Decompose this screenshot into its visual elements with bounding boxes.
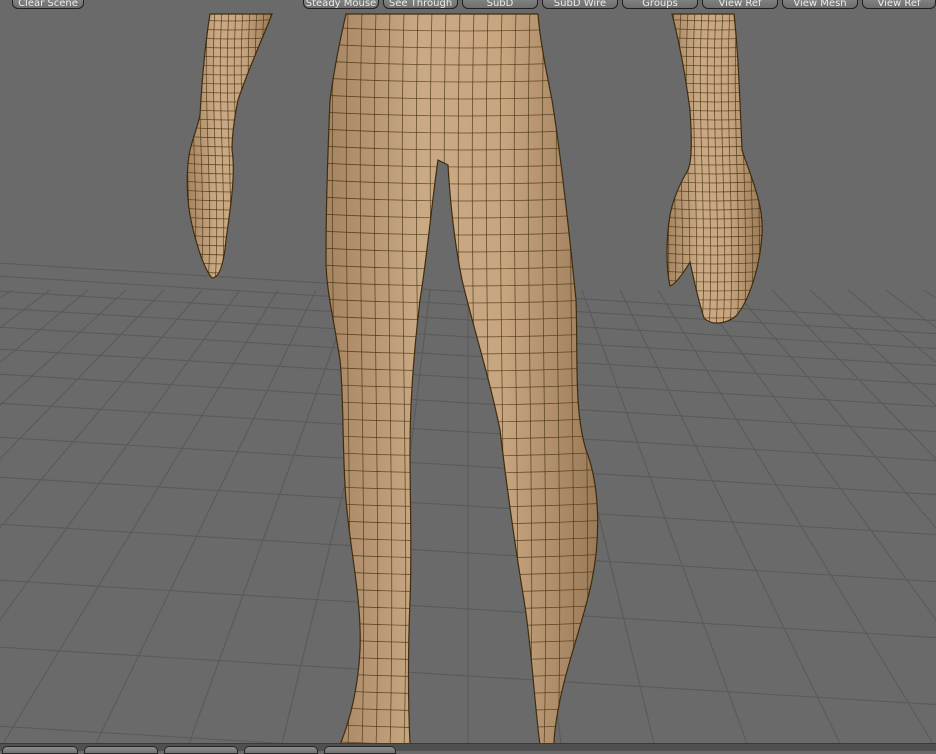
right-arm-mesh[interactable] xyxy=(658,10,770,330)
mesh-edge xyxy=(187,243,272,247)
view-ref-button[interactable]: View Ref xyxy=(702,0,778,9)
grid-line xyxy=(0,289,279,750)
bottom-tab[interactable] xyxy=(324,746,396,754)
bottom-tab[interactable] xyxy=(84,746,158,754)
mesh-edge xyxy=(187,252,272,256)
groups-button[interactable]: Groups xyxy=(622,0,698,9)
grid-line xyxy=(185,289,355,751)
grid-line xyxy=(847,289,936,364)
mesh-edge xyxy=(763,10,766,330)
grid-line xyxy=(619,289,845,751)
bottom-tab-bar xyxy=(0,743,936,754)
mesh-edge xyxy=(660,325,770,327)
subd-button[interactable]: SubD xyxy=(462,0,538,9)
mesh-edge xyxy=(583,14,589,745)
mesh-edge xyxy=(187,14,190,278)
bottom-tab[interactable] xyxy=(164,746,238,754)
bottom-tab[interactable] xyxy=(2,746,78,754)
view-mesh-button[interactable]: View Mesh xyxy=(782,0,858,9)
mesh-edge xyxy=(268,14,272,278)
grid-line xyxy=(0,289,203,529)
viewport-scene xyxy=(0,10,936,751)
bottom-tab[interactable] xyxy=(244,746,318,754)
mesh-edge xyxy=(276,10,279,285)
floor-grid xyxy=(0,262,936,751)
grid-line xyxy=(0,289,51,329)
mesh-edge xyxy=(658,10,661,330)
3d-viewport[interactable] xyxy=(0,0,936,751)
grid-line xyxy=(0,289,127,407)
subd-wire-button[interactable]: SubD Wire xyxy=(542,0,618,9)
mesh-edge xyxy=(755,14,761,324)
legs-mesh[interactable] xyxy=(318,10,610,750)
steady-mouse-button[interactable]: Steady Mouse xyxy=(303,0,379,9)
mesh-edge xyxy=(187,270,272,274)
mesh-edge xyxy=(178,10,181,285)
left-arm-mesh[interactable] xyxy=(178,10,280,285)
grid-line xyxy=(91,289,317,751)
mesh-edge xyxy=(180,280,280,282)
top-toolbar: Clear Scene Steady Mouse See Through Sub… xyxy=(0,0,936,12)
see-through-button[interactable]: See Through xyxy=(383,0,458,9)
grid-line xyxy=(0,289,165,460)
mesh-edge xyxy=(187,261,272,265)
mesh-edge xyxy=(667,14,670,324)
grid-line xyxy=(771,289,936,460)
character-mesh[interactable] xyxy=(178,10,770,750)
grid-line xyxy=(581,289,751,751)
mesh-edge xyxy=(598,10,601,750)
grid-line xyxy=(0,289,89,364)
grid-line xyxy=(885,289,936,329)
view-ref-right-button[interactable]: View Ref xyxy=(862,0,936,9)
clear-scene-button[interactable]: Clear Scene xyxy=(12,0,84,9)
mesh-edge xyxy=(261,14,267,278)
